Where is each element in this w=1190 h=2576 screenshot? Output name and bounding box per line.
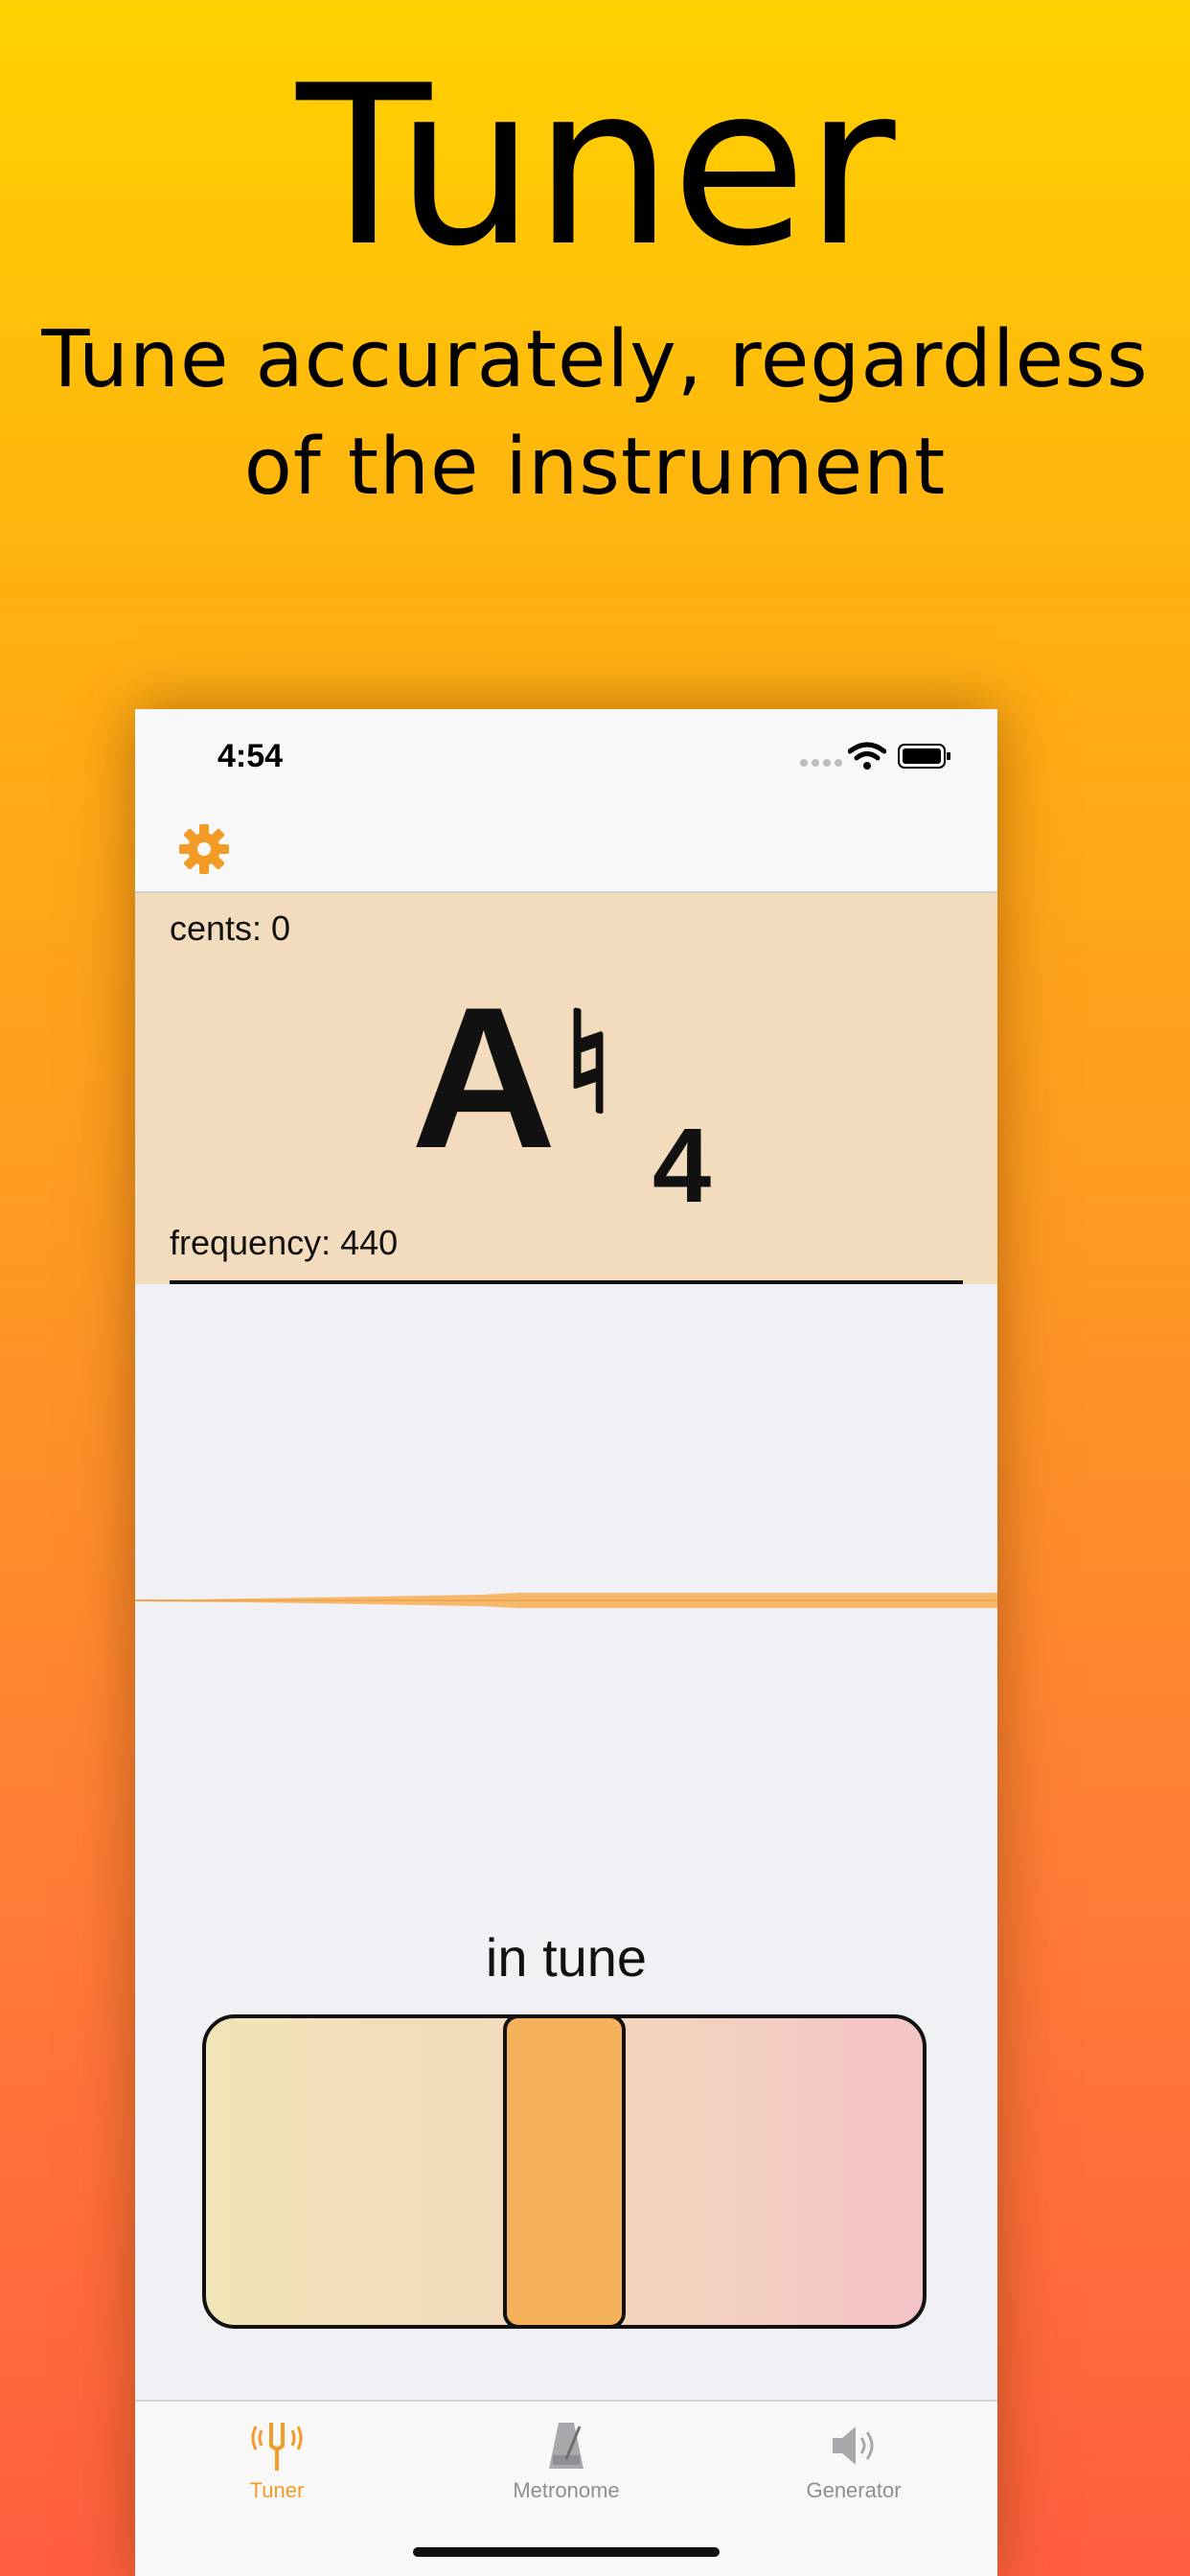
tuning-status: in tune <box>485 1927 648 1988</box>
hero-subtitle: Tune accurately, regardless of the instr… <box>0 307 1190 521</box>
tab-generator[interactable]: Generator <box>758 2417 950 2503</box>
status-bar: 4:54 <box>135 709 997 805</box>
home-indicator <box>413 2547 720 2557</box>
tab-generator-label: Generator <box>806 2478 902 2502</box>
cents-readout: cents: 0 <box>170 908 291 948</box>
tab-tuner-label: Tuner <box>249 2478 305 2502</box>
nav-bar <box>135 805 997 893</box>
status-time: 4:54 <box>217 738 284 774</box>
tuning-fork-icon <box>251 2423 303 2471</box>
settings-gear-icon[interactable] <box>177 822 231 876</box>
metronome-icon <box>549 2423 584 2469</box>
tuning-meter <box>202 2014 927 2329</box>
note-panel: cents: 0 A ♮ 4 frequency: 440 <box>135 893 997 1284</box>
tab-metronome[interactable]: Metronome <box>470 2417 662 2503</box>
frequency-readout: frequency: 440 <box>170 1223 399 1262</box>
device-screen: 4:54 cents: 0 A ♮ 4 frequency: 440 in tu… <box>135 709 997 2576</box>
hero-subtitle-line-2: of the instrument <box>243 422 947 513</box>
wifi-icon <box>848 742 886 770</box>
pitch-waveform <box>135 1593 997 1608</box>
signal-icon <box>800 759 842 767</box>
pitch-indicator <box>503 2014 626 2329</box>
battery-icon <box>898 744 950 769</box>
hero-subtitle-line-1: Tune accurately, regardless <box>41 314 1149 405</box>
tab-metronome-label: Metronome <box>513 2478 620 2502</box>
octave-number: 4 <box>652 1107 712 1225</box>
tab-tuner[interactable]: Tuner <box>181 2417 373 2503</box>
speaker-icon <box>833 2426 874 2465</box>
hero-title: Tuner <box>296 39 895 295</box>
note-name: A <box>411 965 557 1190</box>
natural-sign: ♮ <box>564 984 613 1142</box>
divider-line <box>170 1280 963 1284</box>
